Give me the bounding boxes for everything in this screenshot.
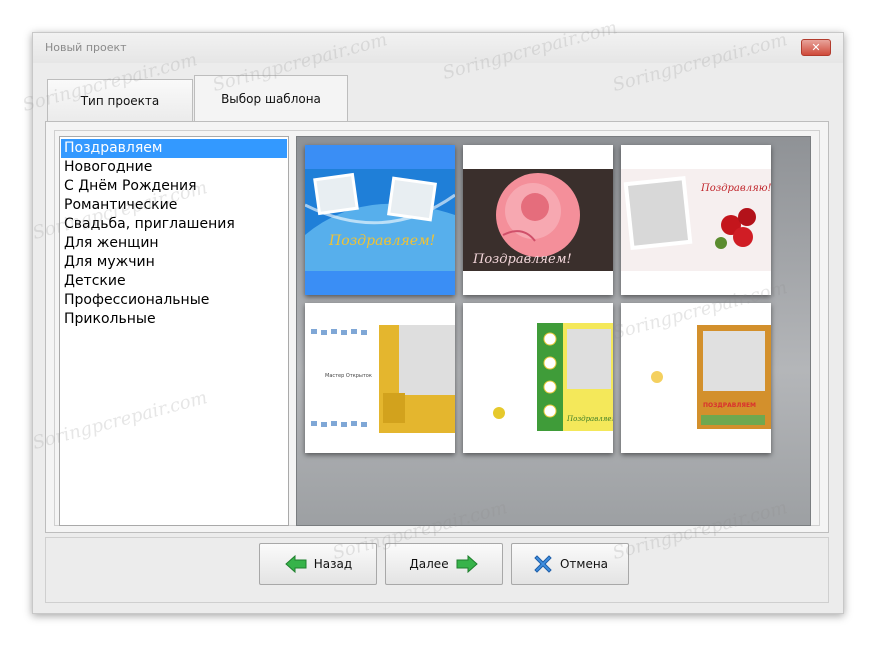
close-button[interactable]: ✕ [801, 39, 831, 56]
template-caption: Поздравляем [566, 415, 613, 423]
tab-project-type-label: Тип проекта [80, 93, 160, 108]
category-item[interactable]: Для мужчин [61, 253, 287, 272]
tab-project-type[interactable]: Тип проекта [47, 79, 193, 121]
template-caption: Поздравляем! [328, 233, 435, 249]
template-thumbnail-orange-frame[interactable]: ПОЗДРАВЛЯЕМ [621, 303, 771, 453]
template-caption: Мастер Открыток [325, 373, 372, 379]
template-caption: Поздравляю! [700, 183, 771, 194]
next-button[interactable]: Далее [385, 543, 503, 585]
category-item[interactable]: Новогодние [61, 158, 287, 177]
template-preview-image: Мастер Открыток [305, 303, 455, 453]
template-thumbnail-daisies[interactable]: Поздравляем [463, 303, 613, 453]
template-preview-image: Поздравляем! [463, 169, 613, 271]
category-item[interactable]: С Днём Рождения [61, 177, 287, 196]
category-item[interactable]: Прикольные [61, 310, 287, 329]
template-preview-image: ПОЗДРАВЛЯЕМ [621, 303, 771, 453]
window-title: Новый проект [45, 41, 127, 54]
category-list[interactable]: Поздравляем Новогодние С Днём Рождения Р… [59, 136, 289, 526]
category-item[interactable]: Детские [61, 272, 287, 291]
template-caption: ПОЗДРАВЛЯЕМ [703, 402, 756, 409]
arrow-left-icon [285, 554, 307, 574]
template-thumbnail-rose[interactable]: Поздравляем! [463, 145, 613, 295]
category-item[interactable]: Для женщин [61, 234, 287, 253]
template-thumbnail-card-master[interactable]: Мастер Открыток [305, 303, 455, 453]
cross-icon [534, 555, 552, 573]
category-item[interactable]: Свадьба, приглашения [61, 215, 287, 234]
cancel-button-label: Отмена [559, 557, 609, 571]
back-button-label: Назад [313, 557, 353, 571]
template-preview-image: Поздравляю! [621, 169, 771, 271]
template-preview-image: Поздравляем [463, 303, 613, 453]
category-item[interactable]: Романтические [61, 196, 287, 215]
category-item[interactable]: Профессиональные [61, 291, 287, 310]
next-button-label: Далее [409, 557, 449, 571]
tab-template-choice-label: Выбор шаблона [221, 92, 321, 106]
close-icon: ✕ [811, 41, 821, 54]
cancel-button[interactable]: Отмена [511, 543, 629, 585]
tab-template-choice[interactable]: Выбор шаблона [194, 75, 348, 122]
template-preview-image: Поздравляем! [305, 169, 455, 271]
new-project-dialog: Новый проект ✕ Тип проекта Выбор шаблона… [32, 32, 844, 614]
template-caption: Поздравляем! [472, 252, 572, 267]
template-gallery: Поздравляем! Поздравляем! Поздравляю! Ма… [296, 136, 811, 526]
template-thumbnail-congrats-blue[interactable]: Поздравляем! [305, 145, 455, 295]
category-item[interactable]: Поздравляем [61, 139, 287, 158]
arrow-right-icon [456, 554, 478, 574]
template-thumbnail-roses-frame[interactable]: Поздравляю! [621, 145, 771, 295]
back-button[interactable]: Назад [259, 543, 377, 585]
title-bar: Новый проект ✕ [33, 33, 843, 63]
